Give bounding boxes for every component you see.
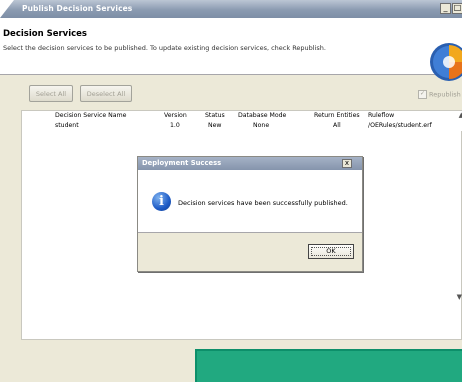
header-panel: Decision Services Select the decision se… [0,18,462,81]
teal-panel-inner [197,351,462,382]
column-header-return-entities[interactable]: Return Entities [314,112,360,119]
app-logo-icon [430,43,462,81]
cell-ruleflow: /OERules/student.erf [368,122,432,129]
cell-return-entities: All [333,122,341,129]
window-title-bar: Publish Decision Services _ □ [0,0,462,18]
cell-name: student [55,122,79,129]
teal-panel [195,349,462,382]
ok-button-label: OK [326,247,336,255]
ok-button[interactable]: OK [308,244,354,259]
title-bar-corner [0,0,14,18]
column-header-version[interactable]: Version [164,112,187,119]
scroll-down-icon[interactable]: ▼ [457,293,462,301]
dialog-divider [138,232,362,233]
page-title: Decision Services [3,29,87,39]
republish-checkbox[interactable]: ✓ Republish [418,90,461,99]
dialog-body: i Decision services have been successful… [138,170,362,232]
column-header-database-mode[interactable]: Database Mode [238,112,286,119]
cell-version: 1.0 [170,122,180,129]
dialog-title: Deployment Success [142,159,222,167]
select-all-button[interactable]: Select All [29,85,73,102]
column-header-name[interactable]: Decision Service Name [55,112,126,119]
cell-database-mode: None [253,122,270,129]
dialog-close-button[interactable]: x [342,159,352,168]
republish-label: Republish [429,90,461,99]
deselect-all-button[interactable]: Deselect All [80,85,132,102]
publish-window: Publish Decision Services _ □ Decision S… [0,0,462,382]
republish-check-icon: ✓ [418,90,427,99]
deployment-success-dialog: Deployment Success x i Decision services… [137,156,363,272]
dialog-message: Decision services have been successfully… [178,199,348,207]
info-icon: i [152,192,171,211]
cell-status: New [208,122,222,129]
page-description: Select the decision services to be publi… [3,44,326,52]
minimize-button[interactable]: _ [440,3,451,14]
restore-button[interactable]: □ [452,3,462,14]
column-header-status[interactable]: Status [205,112,225,119]
column-header-ruleflow[interactable]: Ruleflow [368,112,394,119]
table-row[interactable]: student 1.0 New None All /OERules/studen… [22,121,462,131]
window-title: Publish Decision Services [22,4,133,13]
scroll-up-icon[interactable]: ▲ [459,111,462,119]
dialog-title-bar: Deployment Success x [138,157,362,170]
